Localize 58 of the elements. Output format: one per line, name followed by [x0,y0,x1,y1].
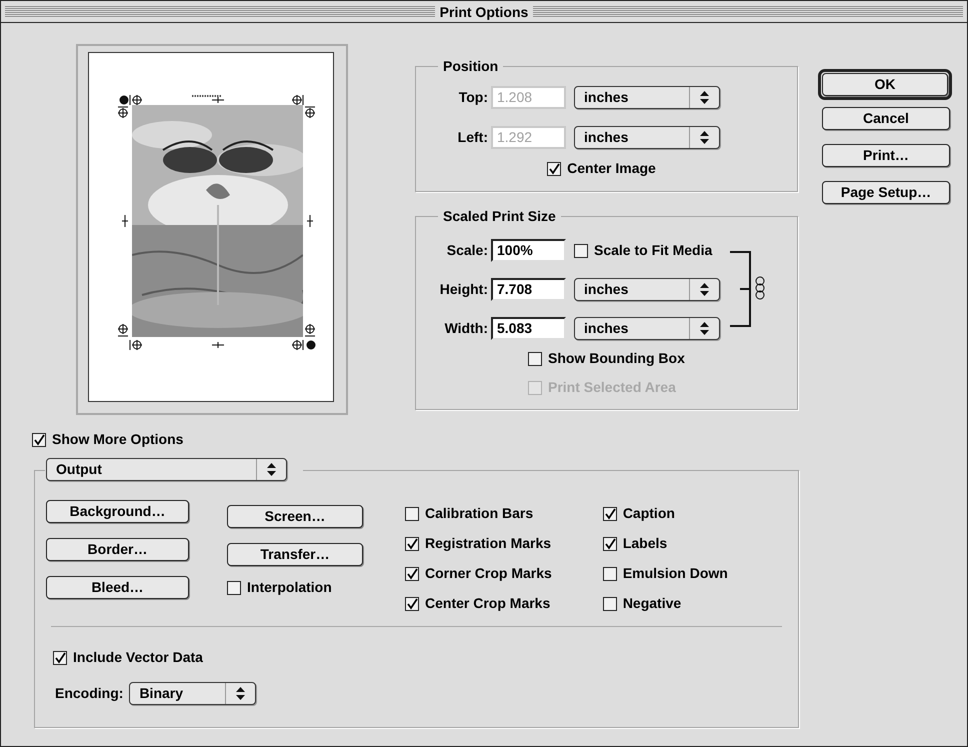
dialog-button[interactable]: Print… [822,144,950,167]
checkbox-label: Corner Crop Marks [425,564,552,583]
field-label: Width: [444,319,489,338]
checkbox[interactable] [405,506,419,520]
encoding-dropdown[interactable]: Binary [129,682,256,705]
checkbox[interactable] [405,536,419,550]
output-dropdown[interactable]: Output [46,458,287,481]
unit-dropdown[interactable]: inches [574,278,720,301]
up-down-arrows-icon [236,687,246,700]
dialog-button[interactable]: OK [822,73,948,96]
checkbox[interactable] [227,580,241,594]
checkbox-label: Calibration Bars [425,504,534,523]
checkbox-label: Caption [622,504,675,523]
checkbox-label: Show More Options [52,430,184,449]
field-label: Top: [458,88,489,107]
dialog-button[interactable]: Bleed… [46,576,189,599]
checkbox-label: Negative [622,594,682,613]
checkbox-label: Interpolation [247,578,332,597]
checkbox-label: Scale to Fit Media [594,241,712,260]
dialog-button[interactable]: Transfer… [227,543,363,566]
dialog-button[interactable]: Screen… [227,505,363,528]
up-down-arrows-icon [700,131,709,144]
field-label: Left: [456,128,489,147]
up-down-arrows-icon [700,283,709,296]
checkbox-label: Emulsion Down [622,564,728,583]
checkbox[interactable] [602,506,617,520]
number-field[interactable]: 7.708 [491,278,566,301]
checkbox[interactable] [528,352,542,366]
field-label: Scale: [446,241,489,260]
checkbox-label: Labels [622,534,668,553]
field-label: Height: [438,280,489,299]
up-down-arrows-icon [700,322,709,335]
number-field[interactable]: 5.083 [491,317,566,340]
checkbox-label: Center Image [567,159,656,178]
checkbox[interactable] [602,596,617,610]
checkbox[interactable] [574,244,588,258]
constrain-proportions-link-icon[interactable] [730,251,766,327]
checkbox-label: Center Crop Marks [425,594,550,613]
checkbox[interactable] [602,536,617,550]
dialog-button[interactable]: Border… [46,538,189,561]
up-down-arrows-icon [700,91,709,104]
dialog-button[interactable]: Page Setup… [822,181,950,204]
unit-dropdown[interactable]: inches [574,317,720,340]
checkbox[interactable] [53,650,67,664]
dialog-button[interactable]: Cancel [822,107,950,130]
checkbox[interactable] [602,566,617,580]
checkbox-label: Include Vector Data [73,648,203,667]
dialog-button[interactable]: Background… [46,500,189,523]
checkbox[interactable] [405,566,419,580]
checkbox-label: Registration Marks [425,534,552,553]
field-label: Encoding: [55,684,124,703]
checkbox[interactable] [405,596,419,610]
checkbox[interactable] [32,432,46,446]
number-field[interactable]: 100% [491,239,566,262]
checkbox[interactable] [547,162,562,176]
up-down-arrows-icon [267,463,276,476]
checkbox-label: Show Bounding Box [548,349,685,368]
window-title: Print Options [434,4,534,20]
